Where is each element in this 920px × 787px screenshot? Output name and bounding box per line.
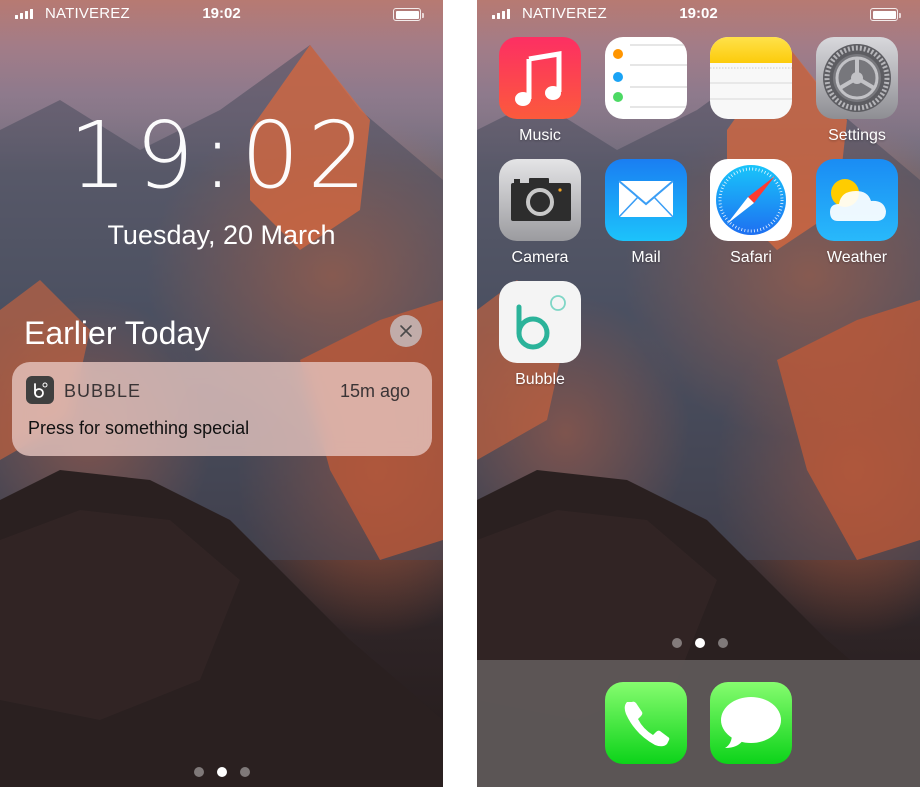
- notification-section-title: Earlier Today: [24, 315, 211, 351]
- home-screen: NATIVEREZ 19:02 Music Settings Camera Ma…: [477, 0, 920, 787]
- app-label: Weather: [826, 249, 888, 266]
- app-label: Camera: [511, 249, 569, 266]
- lock-clock: 19:02: [68, 102, 375, 209]
- page-indicator[interactable]: [672, 638, 728, 648]
- battery-icon: [870, 8, 901, 21]
- app-safari[interactable]: Safari: [709, 159, 793, 267]
- status-bar: NATIVEREZ 19:02: [477, 0, 920, 28]
- messages-icon: [710, 682, 792, 764]
- app-mail[interactable]: Mail: [604, 159, 688, 267]
- app-notes[interactable]: [709, 37, 793, 127]
- app-bubble[interactable]: Bubble: [498, 281, 582, 389]
- page-dot[interactable]: [240, 767, 250, 777]
- page-dot-active[interactable]: [695, 638, 705, 648]
- app-camera[interactable]: Camera: [498, 159, 582, 267]
- status-time: 19:02: [679, 5, 718, 22]
- notification-card[interactable]: BUBBLE 15m ago Press for something speci…: [12, 362, 432, 456]
- clear-notifications-button[interactable]: [390, 315, 422, 347]
- camera-icon: [499, 159, 581, 241]
- app-label: Settings: [828, 127, 886, 144]
- notification-time: 15m ago: [339, 381, 410, 401]
- app-music[interactable]: Music: [498, 37, 582, 145]
- settings-icon: [816, 37, 898, 119]
- app-label: Mail: [631, 249, 661, 266]
- page-dot-active[interactable]: [217, 767, 227, 777]
- app-reminders[interactable]: [604, 37, 688, 127]
- dock: [477, 660, 920, 787]
- lock-screen: NATIVEREZ 19:02 19:02 Tuesday, 20 March …: [0, 0, 443, 787]
- status-time: 19:02: [202, 5, 241, 22]
- app-label: Bubble: [515, 371, 565, 388]
- bubble-icon: [26, 376, 54, 404]
- page-dot[interactable]: [718, 638, 728, 648]
- safari-icon: [710, 159, 792, 241]
- reminders-icon: [605, 37, 687, 119]
- bubble-icon: [499, 281, 581, 363]
- notification-app-name: BUBBLE: [64, 381, 142, 401]
- weather-icon: [816, 159, 898, 241]
- app-label: Safari: [730, 249, 772, 266]
- status-bar: NATIVEREZ 19:02: [0, 0, 443, 28]
- mail-icon: [605, 159, 687, 241]
- app-label: Music: [519, 127, 561, 144]
- app-phone[interactable]: [604, 682, 688, 764]
- page-indicator[interactable]: [194, 767, 250, 777]
- music-icon: [499, 37, 581, 119]
- close-icon: [400, 325, 412, 337]
- phone-icon: [605, 682, 687, 764]
- page-dot[interactable]: [194, 767, 204, 777]
- battery-icon: [393, 8, 424, 21]
- app-messages[interactable]: [709, 682, 793, 764]
- page-dot[interactable]: [672, 638, 682, 648]
- lock-date: Tuesday, 20 March: [107, 220, 336, 250]
- app-weather[interactable]: Weather: [815, 159, 899, 267]
- app-settings[interactable]: Settings: [815, 37, 899, 145]
- notes-icon: [710, 37, 792, 119]
- notification-message: Press for something special: [28, 418, 250, 438]
